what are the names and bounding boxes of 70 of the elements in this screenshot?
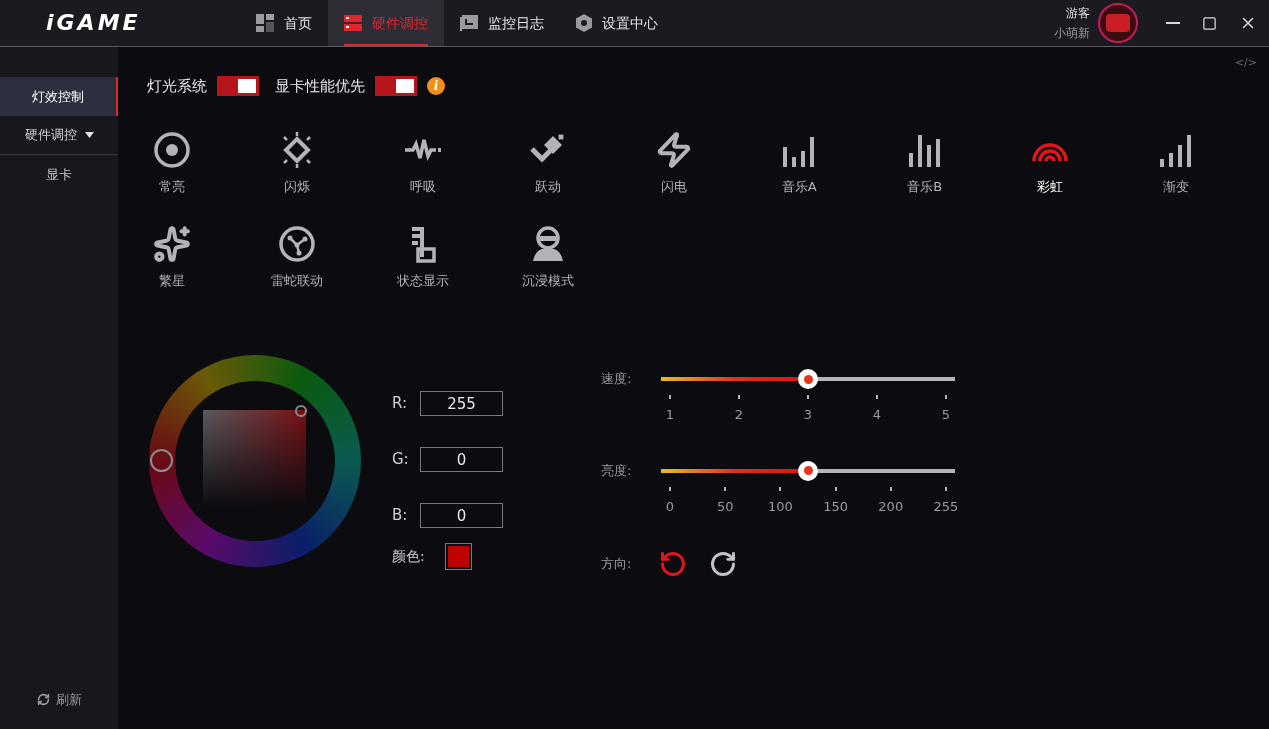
target-icon [152,131,191,169]
color-swatch[interactable] [444,543,472,570]
grid-icon [256,14,274,32]
channel-label: B: [392,505,408,527]
slider-thumb[interactable] [798,369,818,389]
avatar[interactable] [1098,3,1138,43]
effect-option[interactable]: 沉浸模式 [485,224,611,290]
network-circle-icon [278,224,317,263]
minimize-icon [1166,22,1180,24]
code-toggle[interactable]: </> [1234,57,1257,71]
rotate-left-icon [659,550,687,578]
tick-label: 1 [665,406,675,424]
slider-label: 速度: [601,371,633,387]
effect-option[interactable]: 渐变 [1113,131,1239,197]
logo: iGAME [46,12,141,34]
document-icon [460,15,478,31]
toggle-switch[interactable] [375,76,417,96]
channel-label: R: [392,393,408,415]
channel-label: G: [392,449,408,471]
tick-label: 150 [823,497,848,516]
effect-option[interactable]: 呼吸 [360,131,486,197]
slider[interactable] [661,460,955,481]
tick-label: 3 [803,406,813,424]
effect-option[interactable]: 闪电 [611,131,737,197]
slider-thumb[interactable] [798,460,818,481]
tick-label: 0 [665,497,675,516]
sparkles-icon [152,224,191,263]
channel-input[interactable]: 0 [420,503,503,528]
refresh-button[interactable]: 刷新 [0,689,118,709]
tick-label: 5 [941,406,951,424]
sidebar-item[interactable]: 硬件调控 [0,116,118,155]
channel-input[interactable]: 255 [420,391,503,416]
swatch-label: 颜色: [392,547,425,566]
tick-label: 200 [878,497,904,516]
hue-handle[interactable] [150,449,173,472]
tick-label: 50 [716,497,734,516]
effect-option[interactable]: 彩虹 [987,131,1113,197]
effect-option[interactable]: 跃动 [485,131,611,197]
effect-option[interactable]: 繁星 [109,224,235,290]
user-level: 小萌新 [1054,25,1090,42]
effect-option[interactable]: 音乐A [736,131,862,197]
nav-tab[interactable]: 监控日志 [444,0,560,46]
tick-label: 255 [933,497,959,516]
tick-label: 4 [872,406,882,424]
sidebar-item[interactable]: 灯效控制 [0,77,118,116]
channel-input[interactable]: 0 [420,447,503,472]
nav-tab[interactable]: 首页 [240,0,328,46]
effect-option[interactable]: 闪烁 [234,131,360,197]
slider-label: 亮度: [601,462,633,479]
toggle-switch[interactable] [217,76,259,96]
slider[interactable] [661,369,955,389]
direction-label: 方向: [601,555,633,574]
switch-label: 显卡性能优先 [275,75,365,97]
effect-option[interactable]: 音乐B [862,131,988,197]
rotate-left-button[interactable] [659,550,687,578]
tick-label: 100 [767,497,793,516]
effect-option[interactable]: 状态显示 [360,224,486,290]
tick-label: 2 [734,406,744,424]
settings-icon [576,14,592,32]
server-icon [344,15,362,31]
switch-label: 灯光系统 [147,75,207,97]
color-picker-handle[interactable] [295,405,307,417]
effect-option[interactable]: 雷蛇联动 [234,224,360,290]
refresh-icon [36,692,50,706]
maximize-icon [1202,15,1217,31]
rotate-right-button[interactable] [709,550,737,578]
rotate-right-icon [709,550,737,578]
maximize-button[interactable] [1202,15,1217,31]
user-name: 游客 [1066,5,1090,22]
nav-tab[interactable]: 设置中心 [560,0,674,46]
